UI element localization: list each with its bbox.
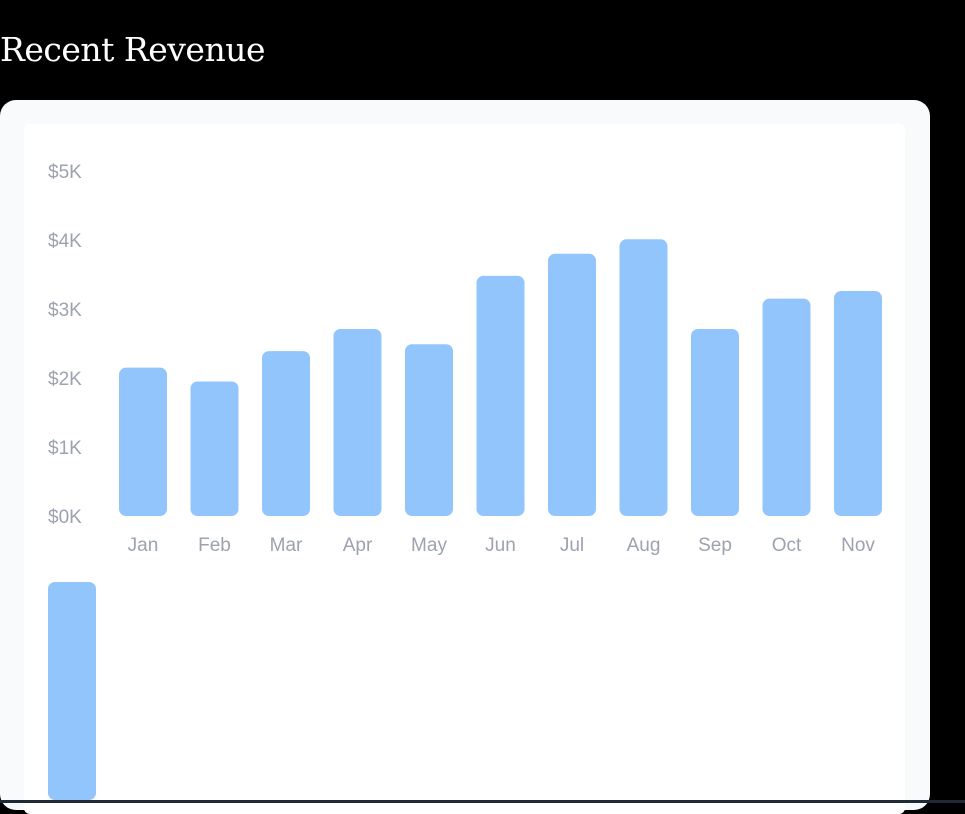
bar-aug [619, 239, 668, 516]
revenue-card: $0K $1K $2K $3K $4K $5K Jan Feb Mar Apr May Jun Jul A… [0, 100, 930, 814]
y-tick-label: $1K [48, 438, 82, 459]
page-title: Recent Revenue [0, 30, 265, 69]
y-tick-label: $0K [48, 507, 82, 528]
revenue-bar-chart: $0K $1K $2K $3K $4K $5K Jan Feb Mar Apr May Jun Jul A… [48, 162, 882, 801]
x-category-label: Jan [128, 535, 159, 556]
bar-feb [190, 381, 239, 516]
x-category-label: Nov [841, 535, 875, 556]
x-category-label: Jun [485, 535, 516, 556]
bar-apr [333, 329, 382, 516]
chart-panel: $0K $1K $2K $3K $4K $5K Jan Feb Mar Apr May Jun Jul A… [24, 124, 905, 814]
bar-sep [691, 329, 739, 516]
bar-nov [834, 291, 882, 516]
bar-mar [262, 351, 310, 516]
x-category-label: Apr [343, 535, 373, 556]
bar-jan [119, 367, 167, 516]
y-tick-label: $3K [48, 300, 82, 321]
x-category-label: Oct [772, 535, 802, 556]
bar-dec [48, 582, 96, 801]
bar-oct [762, 298, 811, 516]
x-category-label: Jul [560, 535, 584, 556]
bar-may [405, 344, 453, 516]
x-category-label: Aug [627, 535, 661, 556]
y-tick-label: $4K [48, 231, 82, 252]
x-category-label: May [411, 535, 447, 556]
bar-jul [548, 253, 596, 517]
x-category-label: Mar [270, 535, 303, 556]
x-category-label: Sep [698, 535, 732, 556]
x-category-label: Feb [198, 535, 231, 556]
y-tick-label: $5K [48, 162, 82, 183]
bar-jun [476, 275, 525, 516]
y-tick-label: $2K [48, 369, 82, 390]
